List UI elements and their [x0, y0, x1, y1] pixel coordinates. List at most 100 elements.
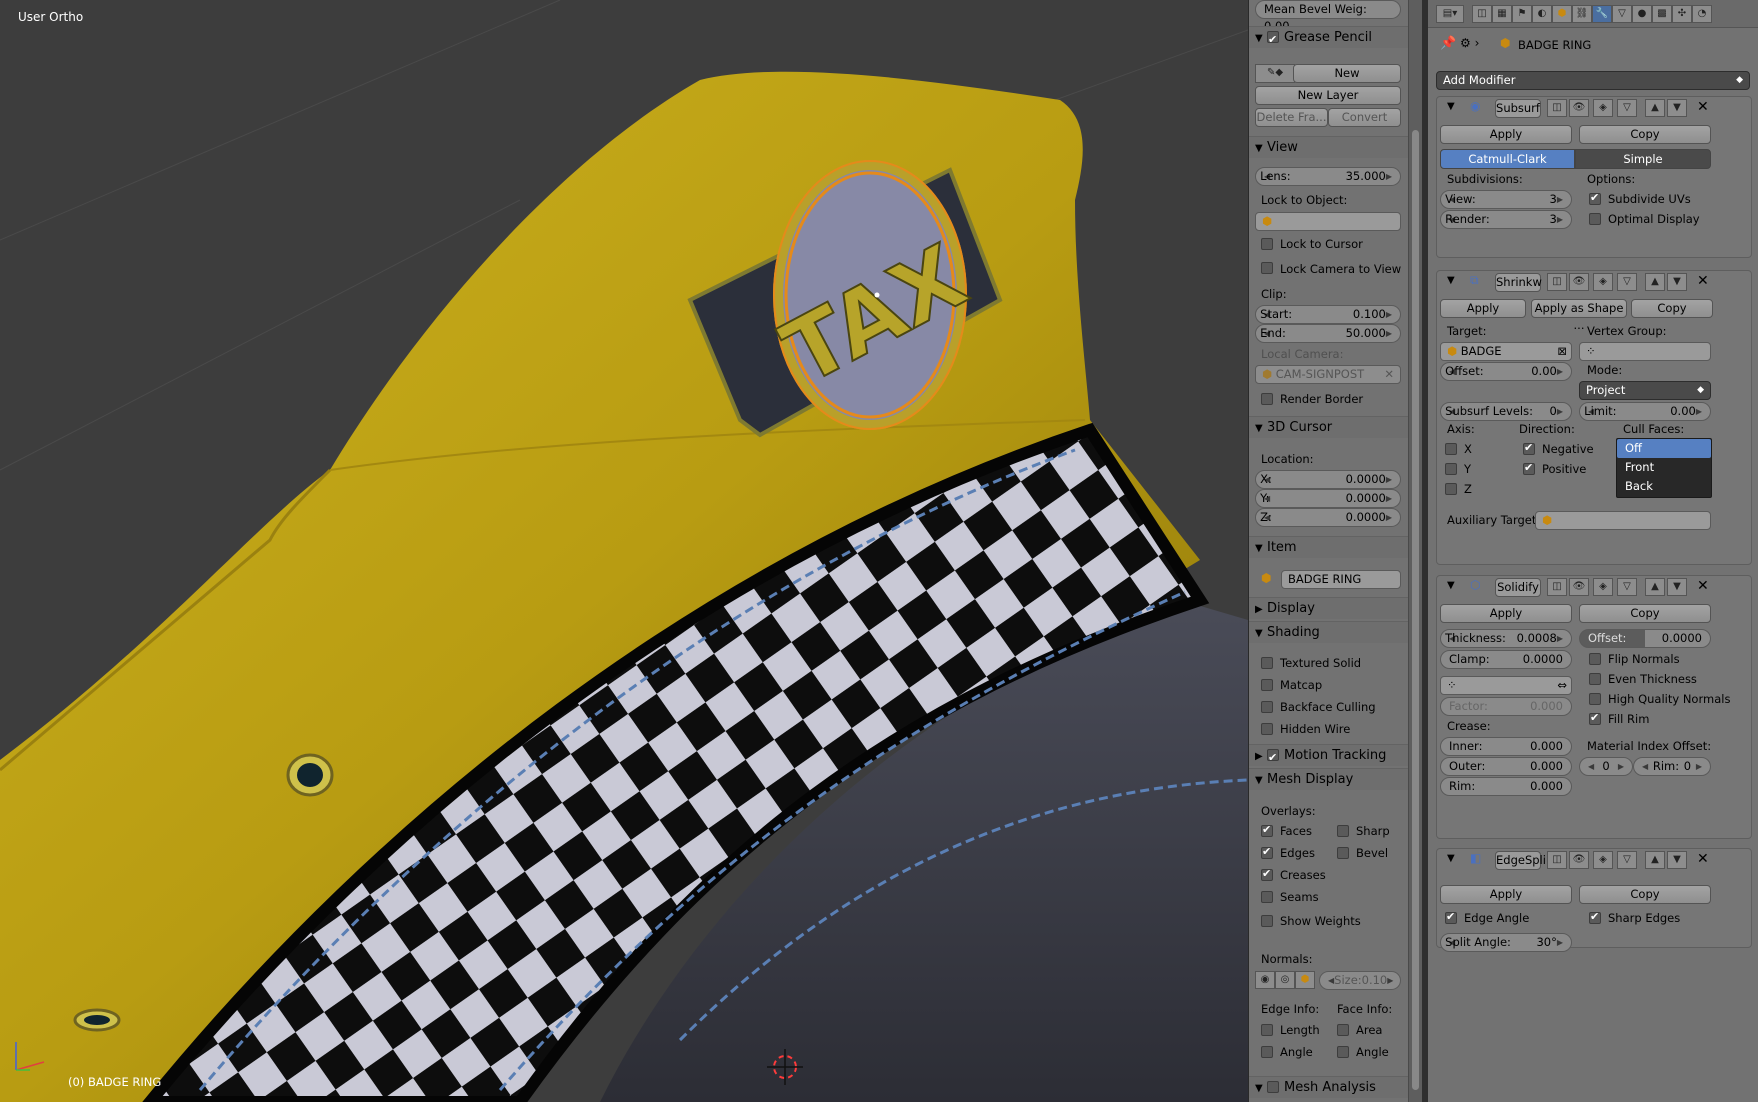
move-up-icon[interactable]: ▲	[1645, 99, 1665, 117]
render-toggle-icon[interactable]: ◫	[1547, 273, 1567, 291]
mesh-analysis-header[interactable]: ▼ Mesh Analysis	[1249, 1076, 1408, 1098]
positive-checkbox[interactable]	[1523, 461, 1535, 475]
hidden-wire-checkbox[interactable]	[1261, 723, 1273, 735]
negative-checkbox[interactable]	[1523, 441, 1535, 455]
collapse-icon[interactable]: ▼	[1447, 853, 1455, 864]
pencil-icon[interactable]: ✎◆	[1255, 64, 1295, 83]
clear-icon[interactable]: ✕	[1384, 366, 1394, 383]
fill-rim-checkbox[interactable]	[1589, 711, 1601, 725]
delete-frame-button[interactable]: Delete Fra...	[1255, 108, 1328, 127]
move-down-icon[interactable]: ▼	[1667, 273, 1687, 291]
render-border-checkbox[interactable]	[1261, 393, 1273, 405]
clamp-field[interactable]: Clamp: 0.0000	[1440, 650, 1572, 669]
shrinkwrap-name-field[interactable]: Shrinkw	[1495, 273, 1542, 292]
collapse-icon[interactable]: ▼	[1447, 580, 1455, 591]
thickness-field[interactable]: ◀ Thickness: 0.0008 ▶	[1440, 629, 1572, 648]
pin-icon[interactable]: 📌	[1440, 36, 1456, 51]
backface-checkbox[interactable]	[1261, 701, 1273, 713]
render-levels-field[interactable]: ◀ Render: 3 ▶	[1440, 210, 1572, 229]
viewport-toggle-icon[interactable]: 👁	[1569, 273, 1589, 291]
edge-angle-checkbox[interactable]	[1445, 910, 1457, 924]
render-toggle-icon[interactable]: ◫	[1547, 99, 1567, 117]
material-offset-field[interactable]: ◀ 0 ▶	[1579, 757, 1633, 776]
remove-modifier-icon[interactable]: ✕	[1697, 273, 1709, 289]
lock-object-field[interactable]: ⬢	[1255, 212, 1401, 231]
move-up-icon[interactable]: ▲	[1645, 851, 1665, 869]
matcap-checkbox[interactable]	[1261, 679, 1273, 691]
cage-toggle-icon[interactable]: ▽	[1617, 578, 1637, 596]
data-tab-icon[interactable]: ▽	[1612, 5, 1632, 23]
clip-start-field[interactable]: ◀ Start: 0.100 ▶	[1255, 305, 1401, 324]
editmode-toggle-icon[interactable]: ◈	[1593, 851, 1613, 869]
world-tab-icon[interactable]: ◐	[1532, 5, 1552, 23]
split-angle-field[interactable]: ◀ Split Angle: 30° ▶	[1440, 933, 1572, 952]
mode-dropdown[interactable]: Project ◆	[1579, 381, 1711, 400]
vertex-group-field[interactable]: ⁘	[1579, 342, 1711, 361]
move-down-icon[interactable]: ▼	[1667, 578, 1687, 596]
faces-checkbox[interactable]	[1261, 823, 1273, 837]
cull-off-option[interactable]: Off	[1617, 439, 1711, 458]
move-down-icon[interactable]: ▼	[1667, 99, 1687, 117]
vertex-normals-icon[interactable]: ◉	[1255, 971, 1275, 989]
cage-toggle-icon[interactable]: ▽	[1617, 99, 1637, 117]
face-angle-info-checkbox[interactable]	[1337, 1046, 1349, 1058]
solidify-name-field[interactable]: Solidify	[1495, 578, 1541, 597]
lock-camera-checkbox[interactable]	[1261, 262, 1273, 274]
editmode-toggle-icon[interactable]: ◈	[1593, 578, 1613, 596]
mesh-display-header[interactable]: ▼ Mesh Display	[1249, 768, 1408, 790]
area-checkbox[interactable]	[1337, 1024, 1349, 1036]
cursor-x-field[interactable]: ◀ X: 0.0000 ▶	[1255, 470, 1401, 489]
edgesplit-name-field[interactable]: EdgeSpli	[1495, 851, 1546, 870]
mean-bevel-field[interactable]: Mean Bevel Weig: 0.00	[1255, 0, 1401, 33]
shrinkwrap-apply-button[interactable]: Apply	[1440, 299, 1526, 318]
render-toggle-icon[interactable]: ◫	[1547, 578, 1567, 596]
item-header[interactable]: ▼ Item	[1249, 536, 1408, 558]
cursor-y-field[interactable]: ◀ Y: 0.0000 ▶	[1255, 489, 1401, 508]
move-up-icon[interactable]: ▲	[1645, 273, 1665, 291]
invert-icon[interactable]: ⇔	[1557, 677, 1567, 694]
constraints-tab-icon[interactable]: ⛓	[1572, 5, 1592, 23]
local-camera-field[interactable]: ⬢ CAM-SIGNPOST ✕	[1255, 365, 1401, 384]
edge-angle-info-checkbox[interactable]	[1261, 1046, 1273, 1058]
render-tab-icon[interactable]: ◫	[1472, 5, 1492, 23]
viewport-toggle-icon[interactable]: 👁	[1569, 99, 1589, 117]
solidify-offset-field[interactable]: Offset: 0.0000	[1579, 629, 1711, 648]
creases-checkbox[interactable]	[1261, 867, 1273, 881]
view-levels-field[interactable]: ◀ View: 3 ▶	[1440, 190, 1572, 209]
subsurf-name-field[interactable]: Subsurf	[1495, 99, 1541, 118]
lock-to-cursor-checkbox[interactable]	[1261, 238, 1273, 250]
even-thickness-checkbox[interactable]	[1589, 673, 1601, 685]
move-up-icon[interactable]: ▲	[1645, 578, 1665, 596]
shelf-scrollbar[interactable]	[1408, 0, 1422, 1102]
editor-type-icon[interactable]: ▤▾	[1436, 5, 1464, 23]
render-toggle-icon[interactable]: ◫	[1547, 851, 1567, 869]
editmode-toggle-icon[interactable]: ◈	[1593, 99, 1613, 117]
outer-crease-field[interactable]: Outer: 0.000	[1440, 757, 1572, 776]
texture-tab-icon[interactable]: ▩	[1652, 5, 1672, 23]
remove-modifier-icon[interactable]: ✕	[1697, 578, 1709, 594]
flip-normals-checkbox[interactable]	[1589, 653, 1601, 665]
cursor-z-field[interactable]: ◀ Z: 0.0000 ▶	[1255, 508, 1401, 527]
subsurf-copy-button[interactable]: Copy	[1579, 125, 1711, 144]
solidify-copy-button[interactable]: Copy	[1579, 604, 1711, 623]
sharp-edges-checkbox[interactable]	[1589, 910, 1601, 924]
clip-end-field[interactable]: ◀ End: 50.000 ▶	[1255, 324, 1401, 343]
normals-size-field[interactable]: ◀ Size: 0.10 ▶	[1319, 971, 1401, 990]
motion-tracking-header[interactable]: ▶Motion Tracking	[1249, 744, 1408, 769]
shrinkwrap-copy-button[interactable]: Copy	[1631, 299, 1713, 318]
grease-new-button[interactable]: New	[1293, 64, 1401, 83]
factor-field[interactable]: Factor: 0.000	[1440, 697, 1572, 716]
subsurf-levels-field[interactable]: ◀ Subsurf Levels: 0 ▶	[1440, 402, 1572, 421]
lens-field[interactable]: ◀ Lens: 35.000 ▶	[1255, 167, 1401, 186]
cage-toggle-icon[interactable]: ▽	[1617, 273, 1637, 291]
textured-solid-checkbox[interactable]	[1261, 657, 1273, 669]
high-quality-normals-checkbox[interactable]	[1589, 693, 1601, 705]
modifiers-tab-icon[interactable]: 🔧	[1592, 5, 1612, 23]
subdivide-uvs-checkbox[interactable]	[1589, 191, 1601, 205]
layers-tab-icon[interactable]: ▦	[1492, 5, 1512, 23]
cull-back-option[interactable]: Back	[1617, 477, 1711, 496]
axis-z-checkbox[interactable]	[1445, 483, 1457, 495]
face-normals-icon[interactable]: ⬢	[1295, 971, 1315, 989]
edges-checkbox[interactable]	[1261, 845, 1273, 859]
axis-x-checkbox[interactable]	[1445, 443, 1457, 455]
